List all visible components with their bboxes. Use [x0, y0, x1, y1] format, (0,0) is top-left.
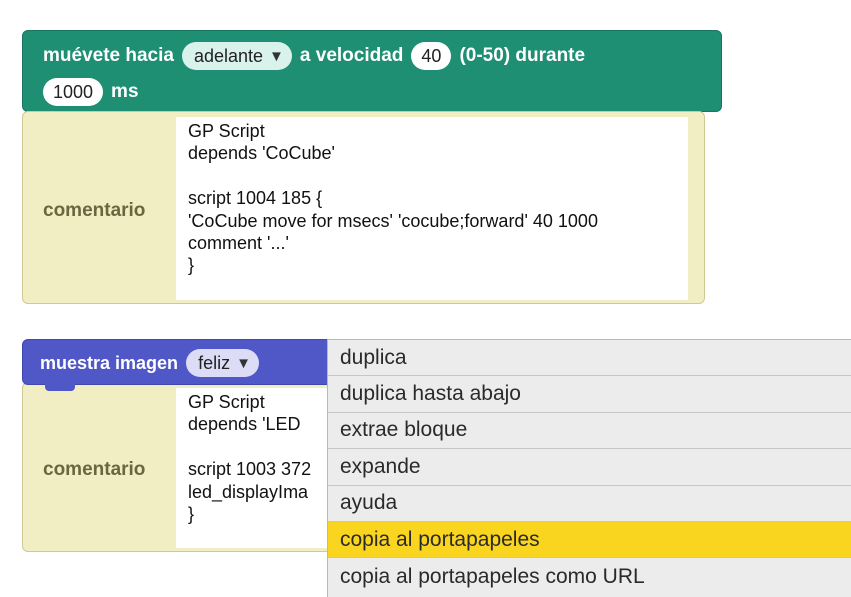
menu-item-help[interactable]: ayuda — [328, 486, 851, 522]
context-menu: duplica duplica hasta abajo extrae bloqu… — [327, 339, 851, 597]
menu-item-duplicate-all[interactable]: duplica hasta abajo — [328, 376, 851, 413]
dropdown-arrow-icon: ▼ — [269, 47, 284, 65]
show-image-row: muestra imagen feliz ▼ — [40, 348, 267, 378]
speed-label: a velocidad — [299, 45, 404, 66]
menu-item-duplicate[interactable]: duplica — [328, 340, 851, 377]
direction-value: adelante — [193, 45, 264, 66]
dropdown-arrow-icon: ▼ — [236, 354, 251, 372]
move-block-row2: 1000 ms — [43, 77, 139, 107]
menu-item-copy-clipboard-url[interactable]: copia al portapapeles como URL — [328, 558, 851, 594]
duration-input[interactable]: 1000 — [43, 78, 104, 106]
move-block-row1: muévete hacia adelante ▼ a velocidad 40 … — [43, 41, 585, 71]
move-block[interactable]: muévete hacia adelante ▼ a velocidad 40 … — [22, 30, 722, 118]
direction-dropdown[interactable]: adelante ▼ — [181, 42, 292, 70]
speed-input[interactable]: 40 — [411, 42, 452, 70]
comment-block-1[interactable]: comentario GP Script depends 'CoCube' sc… — [22, 111, 705, 304]
menu-item-copy-clipboard[interactable]: copia al portapapeles — [328, 521, 851, 559]
comment-label: comentario — [43, 200, 146, 221]
range-label: (0-50) durante — [459, 45, 586, 66]
comment-text[interactable]: GP Script depends 'CoCube' script 1004 1… — [176, 117, 688, 300]
show-image-block[interactable]: muestra imagen feliz ▼ — [22, 339, 367, 391]
image-value: feliz — [198, 352, 231, 373]
image-dropdown[interactable]: feliz ▼ — [186, 349, 259, 377]
show-image-label: muestra imagen — [40, 352, 179, 373]
comment-label: comentario — [43, 459, 146, 480]
menu-item-extract-block[interactable]: extrae bloque — [328, 413, 851, 450]
unit-label: ms — [111, 81, 139, 102]
move-label: muévete hacia — [43, 45, 174, 66]
comment-block-2[interactable]: comentario GP Script depends 'LED script… — [22, 382, 372, 552]
menu-item-expand[interactable]: expande — [328, 449, 851, 486]
block-notch — [45, 383, 75, 391]
